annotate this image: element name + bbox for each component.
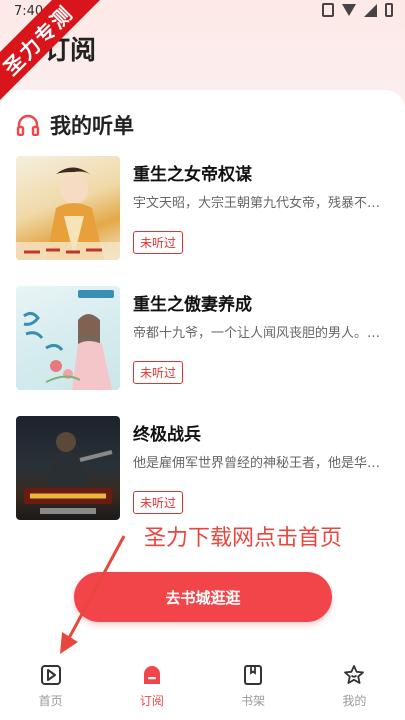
headphones-icon bbox=[16, 114, 40, 137]
profile-icon bbox=[343, 664, 365, 686]
signal-icon bbox=[364, 3, 377, 17]
book-item[interactable]: 重生之女帝权谋 宇文天昭，大宗王朝第九代女帝，残暴不… 未听过 bbox=[16, 156, 392, 260]
book-description: 他是雇佣军世界曾经的神秘王者，他是华夏… bbox=[133, 456, 391, 471]
tab-label: 订阅 bbox=[139, 694, 164, 708]
bottom-tab-bar: 首页 订阅 书架 我的 bbox=[0, 650, 405, 720]
status-badge: 未听过 bbox=[133, 231, 184, 254]
book-title[interactable]: 重生之女帝权谋 bbox=[133, 160, 252, 185]
vibrate-icon bbox=[322, 3, 334, 17]
battery-icon bbox=[385, 3, 393, 17]
book-description: 宇文天昭，大宗王朝第九代女帝，残暴不… bbox=[133, 196, 381, 211]
tab-label: 首页 bbox=[38, 694, 63, 708]
tab-label: 书架 bbox=[241, 694, 266, 708]
annotation-text: 圣力下载网点击首页 bbox=[144, 526, 343, 551]
status-badge: 未听过 bbox=[133, 361, 184, 384]
wifi-icon bbox=[342, 4, 356, 16]
section-title: 我的听单 bbox=[50, 114, 134, 138]
book-cover[interactable] bbox=[16, 156, 120, 260]
book-title[interactable]: 重生之傲妻养成 bbox=[133, 290, 252, 315]
tab-profile[interactable]: 我的 bbox=[304, 650, 405, 720]
status-badge: 未听过 bbox=[133, 491, 184, 514]
book-title[interactable]: 终极战兵 bbox=[133, 420, 201, 445]
subscribe-icon bbox=[141, 664, 163, 686]
annotation-arrow bbox=[60, 535, 126, 654]
book-item[interactable]: 重生之傲妻养成 帝都十九爷，一个让人闻风丧胆的男人。… 未听过 bbox=[16, 286, 392, 390]
tab-label: 我的 bbox=[342, 694, 367, 708]
tab-home[interactable]: 首页 bbox=[0, 650, 101, 720]
status-icons bbox=[322, 3, 393, 17]
tab-bookshelf[interactable]: 书架 bbox=[203, 650, 304, 720]
bookshelf-icon bbox=[242, 664, 264, 686]
book-description: 帝都十九爷，一个让人闻风丧胆的男人。… bbox=[133, 326, 381, 341]
book-cover[interactable] bbox=[16, 286, 120, 390]
book-item[interactable]: 终极战兵 他是雇佣军世界曾经的神秘王者，他是华夏… 未听过 bbox=[16, 416, 392, 520]
tab-subscribe[interactable]: 订阅 bbox=[101, 650, 202, 720]
book-cover[interactable] bbox=[16, 416, 120, 520]
play-book-icon bbox=[40, 664, 62, 686]
section-header: 我的听单 bbox=[16, 110, 134, 140]
